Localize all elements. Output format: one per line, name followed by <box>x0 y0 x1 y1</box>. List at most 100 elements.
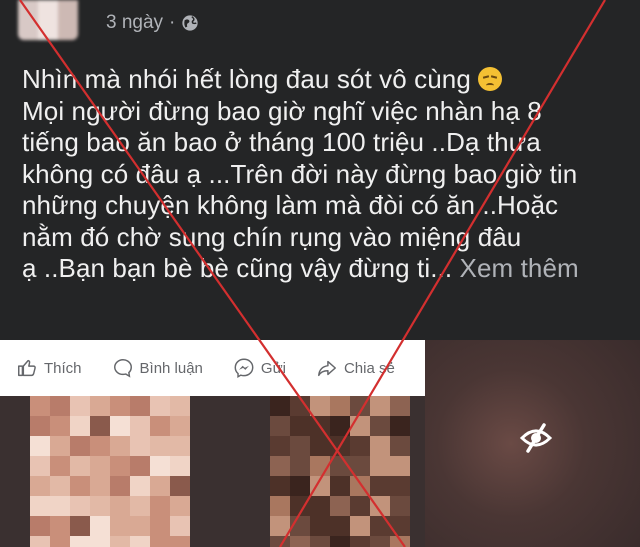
mosaic-tile <box>270 436 290 456</box>
mosaic-tile <box>90 416 110 436</box>
eye-slash-icon[interactable] <box>518 420 554 456</box>
mosaic-tile <box>270 476 290 496</box>
send-button[interactable]: Gửi <box>233 357 286 379</box>
post-text: Nhìn mà nhói hết lòng đau sót vô cùng Mọ… <box>22 64 622 285</box>
mosaic-tile <box>90 496 110 516</box>
mosaic-tile <box>170 416 190 436</box>
post-header: 3 ngày · <box>0 0 640 50</box>
globe-icon <box>182 15 199 31</box>
mosaic-tile <box>390 496 410 516</box>
mosaic-tile <box>90 516 110 536</box>
mosaic-tile <box>290 516 310 536</box>
pixelated-face <box>30 396 190 547</box>
blurred-photo-left[interactable] <box>0 396 425 547</box>
mosaic-tile <box>70 416 90 436</box>
mosaic-tile <box>30 396 50 416</box>
mosaic-tile <box>370 516 390 536</box>
mosaic-tile <box>310 456 330 476</box>
mosaic-tile <box>370 416 390 436</box>
mosaic-tile <box>170 456 190 476</box>
pensive-face-icon <box>478 67 503 91</box>
mosaic-tile <box>270 396 290 416</box>
mosaic-tile <box>370 536 390 547</box>
mosaic-tile <box>370 396 390 416</box>
post-line: Nhìn mà nhói hết lòng đau sót vô cùng <box>22 64 622 96</box>
mosaic-tile <box>50 536 70 547</box>
mosaic-tile <box>50 416 70 436</box>
mosaic-tile <box>150 536 170 547</box>
mosaic-tile <box>110 496 130 516</box>
mosaic-tile <box>110 396 130 416</box>
mosaic-tile <box>350 456 370 476</box>
post-meta: 3 ngày · <box>106 12 199 34</box>
like-label: Thích <box>44 359 82 377</box>
mosaic-tile <box>290 436 310 456</box>
mosaic-tile <box>310 516 330 536</box>
share-button[interactable]: Chia sẻ <box>316 357 395 379</box>
pixelated-face <box>270 396 410 547</box>
mosaic-tile <box>370 476 390 496</box>
mosaic-tile <box>170 516 190 536</box>
meta-separator: · <box>169 12 176 33</box>
mosaic-tile <box>350 436 370 456</box>
see-more-link[interactable]: Xem thêm <box>460 253 579 283</box>
mosaic-tile <box>150 496 170 516</box>
mosaic-tile <box>70 436 90 456</box>
mosaic-tile <box>370 496 390 516</box>
mosaic-tile <box>350 396 370 416</box>
mosaic-tile <box>110 536 130 547</box>
mosaic-tile <box>70 516 90 536</box>
mosaic-tile <box>150 456 170 476</box>
mosaic-tile <box>330 536 350 547</box>
mosaic-tile <box>310 536 330 547</box>
like-button[interactable]: Thích <box>16 357 82 379</box>
mosaic-tile <box>270 496 290 516</box>
mosaic-tile <box>30 516 50 536</box>
mosaic-tile <box>170 396 190 416</box>
mosaic-tile <box>90 536 110 547</box>
mosaic-tile <box>310 496 330 516</box>
messenger-icon <box>234 358 254 378</box>
mosaic-tile <box>170 496 190 516</box>
mosaic-tile <box>170 436 190 456</box>
mosaic-tile <box>130 416 150 436</box>
comment-icon <box>113 359 132 378</box>
mosaic-tile <box>290 396 310 416</box>
mosaic-tile <box>90 476 110 496</box>
mosaic-tile <box>310 416 330 436</box>
mosaic-tile <box>270 516 290 536</box>
post-line: nằm đó chờ sung chín rụng vào miệng đâu <box>22 221 522 252</box>
mosaic-tile <box>330 476 350 496</box>
mosaic-tile <box>390 456 410 476</box>
mosaic-tile <box>350 416 370 436</box>
post-line: tiếng bao ăn bao ở tháng 100 triệu ..Dạ … <box>22 127 541 157</box>
mosaic-tile <box>290 496 310 516</box>
mosaic-tile <box>130 436 150 456</box>
mosaic-tile <box>170 536 190 547</box>
mosaic-tile <box>50 516 70 536</box>
mosaic-tile <box>110 456 130 476</box>
mosaic-tile <box>110 476 130 496</box>
mosaic-tile <box>370 436 390 456</box>
mosaic-tile <box>350 516 370 536</box>
avatar[interactable] <box>18 0 78 40</box>
mosaic-tile <box>310 476 330 496</box>
mosaic-tile <box>30 496 50 516</box>
mosaic-tile <box>110 436 130 456</box>
mosaic-tile <box>130 496 150 516</box>
post-time[interactable]: 3 ngày <box>106 12 163 34</box>
mosaic-tile <box>30 456 50 476</box>
mosaic-tile <box>110 416 130 436</box>
comment-button[interactable]: Bình luận <box>112 357 203 379</box>
mosaic-tile <box>30 536 50 547</box>
mosaic-tile <box>150 396 170 416</box>
mosaic-tile <box>150 436 170 456</box>
mosaic-tile <box>130 516 150 536</box>
hidden-photo-right[interactable] <box>425 340 640 547</box>
mosaic-tile <box>330 396 350 416</box>
mosaic-tile <box>90 456 110 476</box>
mosaic-tile <box>310 436 330 456</box>
mosaic-tile <box>350 536 370 547</box>
mosaic-tile <box>30 476 50 496</box>
mosaic-tile <box>70 396 90 416</box>
